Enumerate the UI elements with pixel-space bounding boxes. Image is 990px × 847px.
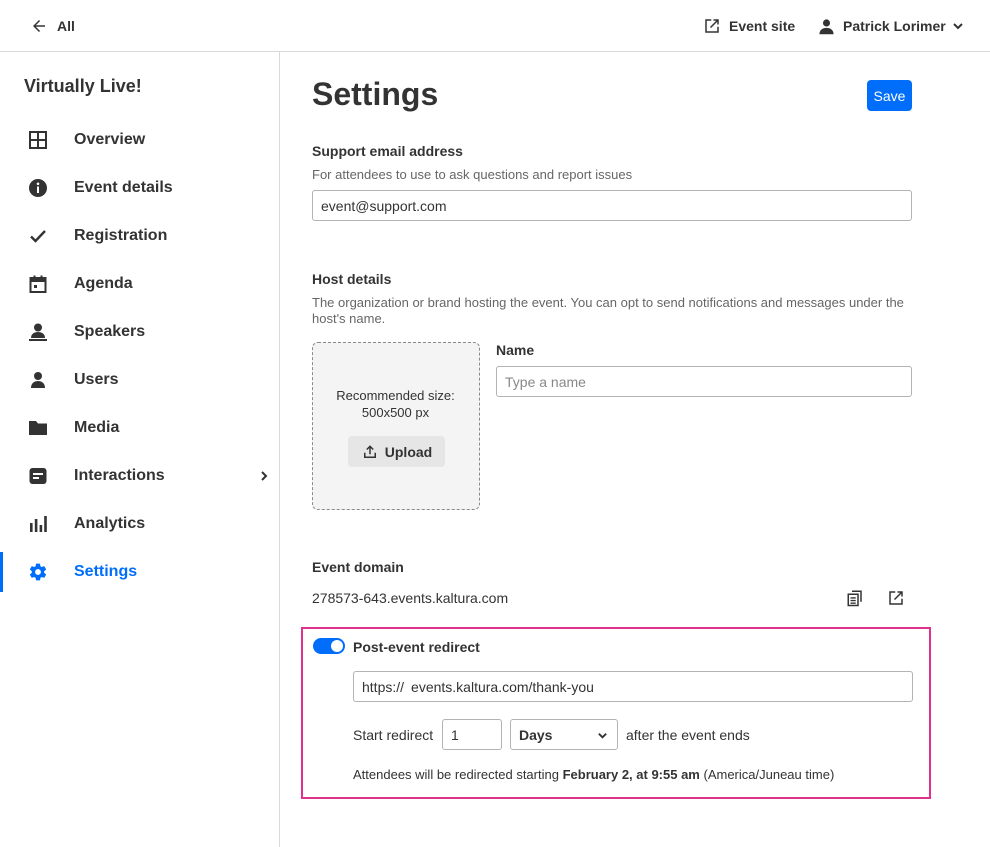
support-email-description: For attendees to use to ask questions an… (312, 167, 633, 182)
sidebar-item-users[interactable]: Users (0, 360, 279, 400)
redirect-toggle[interactable] (313, 638, 345, 654)
host-details-description: The organization or brand hosting the ev… (312, 295, 904, 326)
upload-button[interactable]: Upload (348, 436, 445, 467)
redirect-url-input[interactable] (411, 678, 882, 695)
redirect-unit-value: Days (519, 726, 553, 743)
sidebar-item-label: Agenda (74, 275, 133, 292)
sidebar-item-label: Users (74, 371, 119, 388)
chat-icon (28, 466, 48, 486)
sidebar-item-label: Settings (74, 563, 138, 580)
logo-upload-dropzone[interactable]: Recommended size: 500x500 px Upload (312, 342, 480, 510)
sidebar-item-settings[interactable]: Settings (0, 552, 279, 592)
sidebar-item-agenda[interactable]: Agenda (0, 264, 279, 304)
redirect-title: Post-event redirect (353, 639, 480, 655)
folder-icon (28, 418, 48, 438)
support-email-field[interactable] (312, 190, 912, 221)
recommended-size-text: Recommended size: 500x500 px (313, 387, 478, 421)
sidebar: Virtually Live! Overview Event details R… (0, 52, 280, 847)
sidebar-item-registration[interactable]: Registration (0, 216, 279, 256)
event-domain-value: 278573-643.events.kaltura.com (312, 590, 509, 606)
grid-icon (28, 130, 48, 150)
person-icon (28, 370, 48, 390)
sidebar-item-label: Registration (74, 227, 168, 244)
event-domain-title: Event domain (312, 559, 404, 575)
calendar-icon (28, 274, 48, 294)
redirect-url-field[interactable]: https:// (353, 671, 913, 702)
sidebar-item-label: Media (74, 419, 120, 436)
event-site-label: Event site (729, 18, 796, 34)
checkmark-icon (28, 226, 48, 246)
external-link-icon (705, 19, 719, 33)
user-name: Patrick Lorimer (843, 18, 946, 34)
sidebar-item-speakers[interactable]: Speakers (0, 312, 279, 352)
sidebar-item-label: Analytics (74, 515, 146, 532)
sidebar-item-event-details[interactable]: Event details (0, 168, 279, 208)
sidebar-item-media[interactable]: Media (0, 408, 279, 448)
redirect-delay-input[interactable] (442, 719, 502, 750)
chevron-down-icon (598, 733, 607, 739)
redirect-note: Attendees will be redirected starting Fe… (353, 767, 834, 782)
upload-label: Upload (384, 443, 433, 460)
user-icon (819, 18, 834, 34)
recommended-size-line1: Recommended size: (336, 388, 455, 403)
sidebar-item-label: Interactions (74, 467, 165, 484)
page-title: Settings (312, 76, 439, 112)
sidebar-item-label: Overview (74, 131, 146, 148)
note-suffix: (America/Juneau time) (703, 767, 835, 782)
after-event-label: after the event ends (626, 727, 750, 743)
post-event-redirect-panel: Post-event redirect https:// Start redir… (301, 627, 931, 799)
speaker-icon (28, 322, 48, 342)
info-icon (28, 178, 48, 198)
sidebar-item-label: Speakers (74, 323, 146, 340)
sidebar-item-label: Event details (74, 179, 173, 196)
top-bar: All Event site Patrick Lorimer (0, 0, 990, 52)
user-menu[interactable]: Patrick Lorimer (818, 14, 964, 38)
start-redirect-label: Start redirect (353, 727, 434, 743)
host-name-label: Name (496, 342, 535, 358)
external-link-icon (889, 591, 903, 605)
arrow-left-icon (33, 20, 45, 32)
url-prefix: https:// (362, 678, 405, 695)
host-name-field[interactable] (496, 366, 912, 397)
chevron-right-icon (261, 471, 268, 481)
org-name: Virtually Live! (24, 76, 142, 96)
gear-icon (28, 562, 48, 582)
save-button[interactable]: Save (867, 80, 912, 111)
copy-icon (847, 590, 862, 607)
host-details-title: Host details (312, 271, 392, 287)
event-site-link[interactable]: Event site (703, 14, 795, 38)
upload-icon (363, 444, 376, 458)
note-date: February 2, at 9:55 am (562, 767, 700, 782)
toggle-knob (331, 640, 343, 652)
recommended-size-line2: 500x500 px (361, 405, 430, 420)
bar-chart-icon (28, 514, 48, 534)
chevron-down-icon (953, 23, 963, 30)
open-domain-button[interactable] (885, 587, 907, 609)
back-to-all-link[interactable]: All (30, 14, 75, 38)
sidebar-item-analytics[interactable]: Analytics (0, 504, 279, 544)
support-email-title: Support email address (312, 143, 463, 159)
copy-domain-button[interactable] (844, 587, 866, 609)
redirect-unit-select[interactable]: Days (510, 719, 618, 750)
main-content: Settings Save Support email address For … (280, 52, 990, 847)
back-label: All (57, 18, 75, 34)
active-indicator (0, 552, 3, 592)
sidebar-item-overview[interactable]: Overview (0, 120, 279, 160)
sidebar-item-interactions[interactable]: Interactions (0, 456, 279, 496)
note-prefix: Attendees will be redirected starting (353, 767, 559, 782)
